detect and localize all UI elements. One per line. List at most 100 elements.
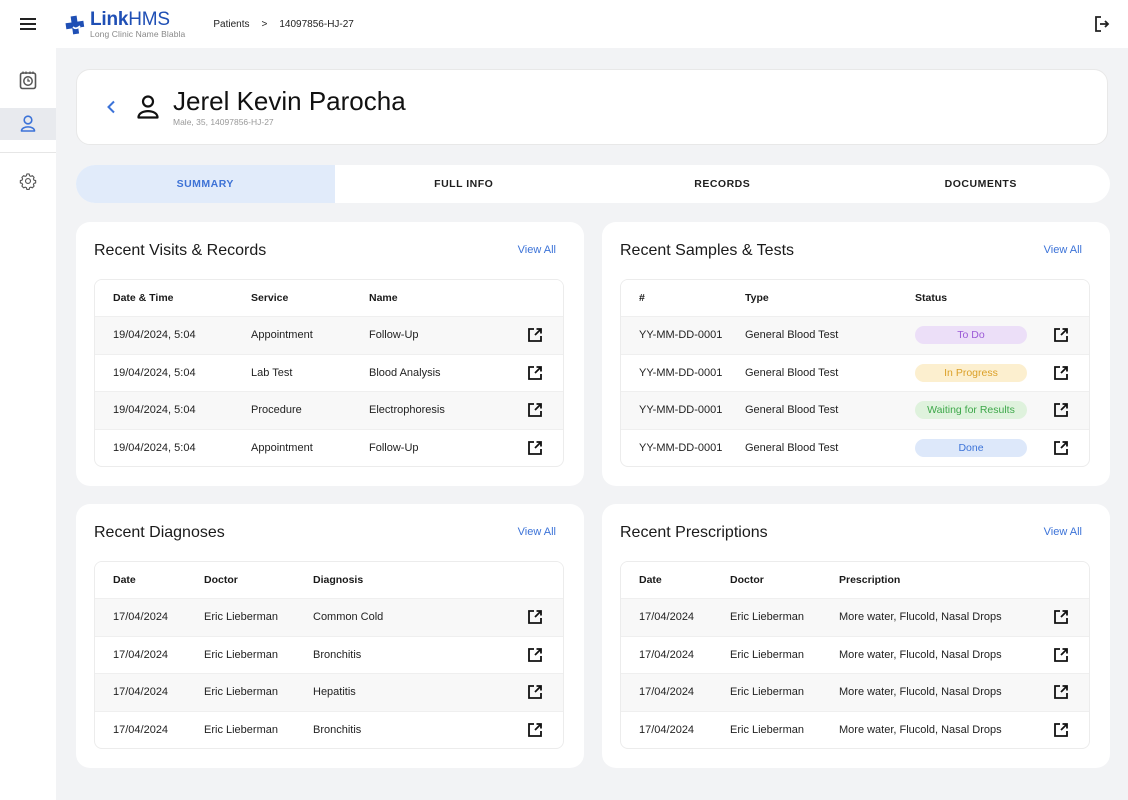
open-record-button[interactable] (525, 607, 545, 627)
open-external-icon (528, 440, 542, 455)
table-cell: Procedure (251, 404, 302, 417)
column-header: Date (113, 574, 136, 586)
table-row[interactable]: 19/04/2024, 5:04 Appointment Follow-Up (95, 316, 563, 354)
main-content: Jerel Kevin Parocha Male, 35, 14097856-H… (56, 48, 1128, 800)
table-cell: Eric Lieberman (204, 723, 278, 736)
breadcrumb-patients[interactable]: Patients (213, 19, 249, 30)
open-external-icon (1054, 440, 1068, 455)
open-record-button[interactable] (1051, 438, 1071, 458)
status-badge: In Progress (915, 363, 1027, 382)
column-header: Date & Time (113, 292, 174, 304)
open-record-button[interactable] (525, 400, 545, 420)
open-external-icon (528, 647, 542, 662)
table-cell: Blood Analysis (369, 366, 441, 379)
view-all-link[interactable]: View All (1044, 244, 1082, 256)
table-cell: General Blood Test (745, 441, 839, 454)
table-row[interactable]: 19/04/2024, 5:04 Appointment Follow-Up (95, 428, 563, 467)
table-header: Date Doctor Diagnosis (95, 562, 563, 598)
tab-summary[interactable]: SUMMARY (76, 165, 335, 203)
open-record-button[interactable] (1051, 363, 1071, 383)
logout-button[interactable] (1092, 14, 1112, 34)
table-cell: Electrophoresis (369, 404, 445, 417)
open-record-button[interactable] (1051, 607, 1071, 627)
table-row[interactable]: 17/04/2024 Eric Lieberman Bronchitis (95, 635, 563, 674)
table-row[interactable]: 17/04/2024 Eric Lieberman More water, Fluc… (621, 710, 1089, 749)
open-external-icon (528, 403, 542, 418)
table-cell: 17/04/2024 (639, 723, 695, 736)
table-row[interactable]: YY-MM-DD-0001 General Blood Test Waiting f… (621, 391, 1089, 429)
menu-button[interactable] (0, 0, 56, 48)
sidebar-item-settings[interactable] (0, 165, 56, 197)
panel-title: Recent Diagnoses (94, 524, 225, 541)
open-record-button[interactable] (1051, 682, 1071, 702)
table-cell: YY-MM-DD-0001 (639, 441, 723, 454)
status-badge: Done (915, 438, 1027, 457)
table-header: # Type Status (621, 280, 1089, 316)
table-cell: More water, Flucold, Nasal Drops (839, 611, 1002, 624)
status-cell: To Do (897, 326, 1027, 345)
patient-avatar-icon (137, 95, 159, 119)
table-row[interactable]: 17/04/2024 Eric Lieberman More water, Fluc… (621, 598, 1089, 636)
open-record-button[interactable] (525, 363, 545, 383)
open-external-icon (1054, 722, 1068, 737)
table-row[interactable]: 17/04/2024 Eric Lieberman More water, Fluc… (621, 673, 1089, 711)
breadcrumb-separator: > (261, 18, 268, 30)
table-cell: Lab Test (251, 366, 293, 379)
sidebar-item-schedule[interactable] (0, 64, 56, 96)
table-row[interactable]: 17/04/2024 Eric Lieberman More water, Fluc… (621, 635, 1089, 674)
table-cell: 19/04/2024, 5:04 (113, 441, 196, 454)
table-row[interactable]: YY-MM-DD-0001 General Blood Test Done (621, 428, 1089, 467)
table-header: Date Doctor Prescription (621, 562, 1089, 598)
panel-recent-prescriptions: Recent Prescriptions View All Date Doctor Pr… (602, 504, 1110, 768)
view-all-link[interactable]: View All (1044, 526, 1082, 538)
table-cell: Hepatitis (313, 686, 356, 699)
open-record-button[interactable] (1051, 400, 1071, 420)
table-cell: YY-MM-DD-0001 (639, 366, 723, 379)
tab-documents[interactable]: DOCUMENTS (852, 165, 1111, 203)
gear-icon (19, 173, 37, 190)
open-external-icon (528, 328, 542, 343)
tab-records[interactable]: RECORDS (593, 165, 852, 203)
table-row[interactable]: 19/04/2024, 5:04 Lab Test Blood Analysis (95, 353, 563, 392)
table-cell: Bronchitis (313, 648, 362, 661)
status-cell: Done (897, 438, 1027, 457)
table-row[interactable]: YY-MM-DD-0001 General Blood Test In Progre… (621, 353, 1089, 392)
table-cell: 17/04/2024 (113, 648, 169, 661)
sidebar-item-patients[interactable] (0, 108, 56, 140)
table-cell: Appointment (251, 329, 313, 342)
sidebar (0, 48, 56, 800)
logo[interactable]: LinkHMS Long Clinic Name Blabla (64, 10, 185, 39)
table-row[interactable]: 17/04/2024 Eric Lieberman Bronchitis (95, 710, 563, 749)
table-cell: Follow-Up (369, 329, 419, 342)
open-record-button[interactable] (525, 645, 545, 665)
column-header: Type (745, 292, 769, 304)
table-cell: Eric Lieberman (730, 648, 804, 661)
open-record-button[interactable] (525, 720, 545, 740)
open-external-icon (1054, 365, 1068, 380)
table-row[interactable]: 17/04/2024 Eric Lieberman Common Cold (95, 598, 563, 636)
table-cell: More water, Flucold, Nasal Drops (839, 686, 1002, 699)
open-record-button[interactable] (525, 682, 545, 702)
table-row[interactable]: 17/04/2024 Eric Lieberman Hepatitis (95, 673, 563, 711)
table-cell: Eric Lieberman (730, 686, 804, 699)
open-record-button[interactable] (1051, 645, 1071, 665)
view-all-link[interactable]: View All (518, 244, 556, 256)
open-record-button[interactable] (525, 438, 545, 458)
breadcrumb: Patients > 14097856-HJ-27 (213, 19, 353, 30)
open-record-button[interactable] (525, 325, 545, 345)
open-record-button[interactable] (1051, 720, 1071, 740)
tab-full-info[interactable]: FULL INFO (335, 165, 594, 203)
table-row[interactable]: 19/04/2024, 5:04 Procedure Electrophoresis (95, 391, 563, 429)
view-all-link[interactable]: View All (518, 526, 556, 538)
open-external-icon (528, 365, 542, 380)
top-bar: LinkHMS Long Clinic Name Blabla Patients… (0, 0, 1128, 48)
hamburger-menu-icon (20, 18, 36, 30)
open-external-icon (1054, 685, 1068, 700)
data-table: Date Doctor Prescription 17/04/2024 Eric Lie… (620, 561, 1090, 749)
table-cell: General Blood Test (745, 404, 839, 417)
open-record-button[interactable] (1051, 325, 1071, 345)
panel-title: Recent Visits & Records (94, 242, 267, 259)
table-row[interactable]: YY-MM-DD-0001 General Blood Test To Do (621, 316, 1089, 354)
back-button[interactable] (101, 97, 121, 117)
open-external-icon (1054, 403, 1068, 418)
